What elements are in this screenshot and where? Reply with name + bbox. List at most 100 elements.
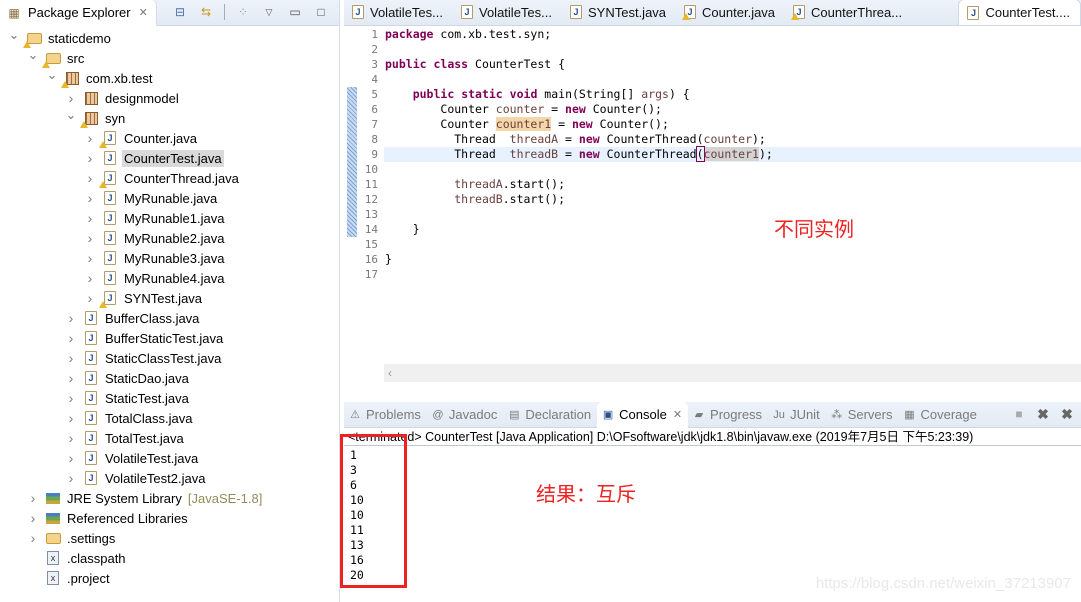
- warning-icon: [99, 301, 107, 308]
- java-file-glyph: J: [85, 351, 97, 365]
- view-menu-icon[interactable]: ▽: [261, 4, 277, 20]
- console-tab-javadoc[interactable]: @ Javadoc: [427, 402, 503, 428]
- tree-item-label: .classpath: [67, 550, 126, 566]
- filter-icon[interactable]: ⁘: [235, 4, 251, 20]
- chevron-right-icon[interactable]: ›: [65, 430, 77, 446]
- editor-tab-label: Counter.java: [702, 4, 776, 20]
- chevron-right-icon[interactable]: ›: [65, 390, 77, 406]
- chevron-right-icon[interactable]: ›: [65, 310, 77, 326]
- tree-item[interactable]: › designmodel: [0, 88, 339, 108]
- tree-item[interactable]: x .project: [0, 568, 339, 588]
- tree-item[interactable]: › J VolatileTest2.java: [0, 468, 339, 488]
- close-icon[interactable]: ✕: [673, 408, 682, 421]
- code-editor[interactable]: 1 2 3 4 5 6 7 8 9 10 11 12 13 14 15 16 17 package com.xb…: [344, 27, 1081, 382]
- java-file-glyph: J: [85, 411, 97, 425]
- tree-item[interactable]: ⌄ syn: [0, 107, 339, 128]
- chevron-right-icon[interactable]: ›: [65, 450, 77, 466]
- console-tab-coverage[interactable]: ▦ Coverage: [898, 402, 982, 428]
- editor-tab[interactable]: J SYNTest.java: [562, 0, 676, 25]
- console-tab-console[interactable]: ▣ Console ✕: [597, 401, 689, 428]
- java-file-icon: J: [99, 290, 118, 308]
- tree-item[interactable]: › J MyRunable4.java: [0, 268, 339, 288]
- remove-all-terminated-icon[interactable]: ✖: [1059, 406, 1075, 422]
- line-number: 17: [364, 268, 378, 281]
- tree-item[interactable]: › J Counter.java: [0, 128, 339, 148]
- tree-item[interactable]: › J CounterThread.java: [0, 168, 339, 188]
- code-line: }: [384, 222, 1081, 237]
- close-icon[interactable]: ✕: [139, 6, 148, 19]
- chevron-right-icon[interactable]: ›: [65, 410, 77, 426]
- chevron-right-icon[interactable]: ›: [84, 210, 96, 226]
- chevron-right-icon[interactable]: ›: [84, 270, 96, 286]
- chevron-right-icon[interactable]: ›: [84, 230, 96, 246]
- code-text: Counter();: [585, 102, 662, 116]
- tree-item[interactable]: › .settings: [0, 528, 339, 548]
- tree-item[interactable]: › J StaticDao.java: [0, 368, 339, 388]
- chevron-right-icon[interactable]: ›: [27, 490, 39, 506]
- code-text: main(String[]: [537, 87, 642, 101]
- tree-item[interactable]: › J MyRunable2.java: [0, 228, 339, 248]
- variable: counter: [495, 102, 545, 116]
- console-tab-declaration[interactable]: ▤ Declaration: [503, 402, 597, 428]
- chevron-right-icon[interactable]: ›: [65, 350, 77, 366]
- tree-item[interactable]: › J StaticClassTest.java: [0, 348, 339, 368]
- chevron-right-icon[interactable]: ›: [84, 250, 96, 266]
- editor-tab[interactable]: J CounterThrea...: [785, 0, 912, 25]
- tree-item[interactable]: › JRE System Library [JavaSE-1.8]: [0, 488, 339, 508]
- chevron-down-icon[interactable]: ⌄: [8, 27, 20, 42]
- scroll-left-icon[interactable]: ‹: [388, 366, 392, 380]
- tree-item[interactable]: › J TotalClass.java: [0, 408, 339, 428]
- chevron-right-icon[interactable]: ›: [27, 530, 39, 546]
- tree-item[interactable]: › Referenced Libraries: [0, 508, 339, 528]
- chevron-right-icon[interactable]: ›: [84, 170, 96, 186]
- editor-tab[interactable]: J VolatileTes...: [453, 0, 562, 25]
- tree-item[interactable]: › J BufferStaticTest.java: [0, 328, 339, 348]
- console-output[interactable]: 1 3 6 10 10 11 13 16 20: [344, 446, 1081, 583]
- tree-item[interactable]: › J MyRunable.java: [0, 188, 339, 208]
- tree-item[interactable]: ⌄ staticdemo: [0, 27, 339, 48]
- code-text: =: [551, 117, 572, 131]
- chevron-down-icon[interactable]: ⌄: [65, 107, 77, 122]
- maximize-icon[interactable]: □: [313, 4, 329, 20]
- tree-item[interactable]: › J TotalTest.java: [0, 428, 339, 448]
- collapse-all-icon[interactable]: ⊟: [172, 4, 188, 20]
- tree-item-label: TotalTest.java: [105, 430, 184, 446]
- chevron-right-icon[interactable]: ›: [27, 510, 39, 526]
- code-text: }: [385, 252, 392, 266]
- chevron-right-icon[interactable]: ›: [65, 90, 77, 106]
- chevron-right-icon[interactable]: ›: [65, 370, 77, 386]
- console-tab-servers[interactable]: ⁂ Servers: [826, 402, 899, 428]
- editor-tab[interactable]: J VolatileTes...: [344, 0, 453, 25]
- chevron-right-icon[interactable]: ›: [84, 190, 96, 206]
- minimize-icon[interactable]: ▭: [287, 4, 303, 20]
- tree-item[interactable]: › J MyRunable3.java: [0, 248, 339, 268]
- tree-item[interactable]: ⌄ com.xb.test: [0, 67, 339, 88]
- tree-item[interactable]: › J StaticTest.java: [0, 388, 339, 408]
- package-explorer-tab[interactable]: ▦ Package Explorer ✕: [0, 0, 157, 26]
- chevron-right-icon[interactable]: ›: [84, 150, 96, 166]
- chevron-right-icon[interactable]: ›: [65, 330, 77, 346]
- tree-item[interactable]: › J CounterTest.java: [0, 148, 339, 168]
- tree-item[interactable]: x .classpath: [0, 548, 339, 568]
- code-text: Counter: [440, 117, 496, 131]
- chevron-right-icon[interactable]: ›: [84, 130, 96, 146]
- chevron-right-icon[interactable]: ›: [65, 470, 77, 486]
- link-with-editor-icon[interactable]: ⇆: [198, 4, 214, 20]
- chevron-down-icon[interactable]: ⌄: [27, 47, 39, 62]
- tree-item[interactable]: › J SYNTest.java: [0, 288, 339, 308]
- terminate-icon[interactable]: ■: [1011, 406, 1027, 422]
- console-tab-junit[interactable]: Ju JUnit: [768, 402, 826, 428]
- console-tab-progress[interactable]: ▰ Progress: [688, 402, 768, 428]
- console-tab-problems[interactable]: ⚠ Problems: [344, 402, 427, 428]
- horizontal-scrollbar[interactable]: ‹: [384, 364, 1081, 382]
- tree-item[interactable]: › J MyRunable1.java: [0, 208, 339, 228]
- chevron-down-icon[interactable]: ⌄: [46, 67, 58, 82]
- remove-launch-icon[interactable]: ✖: [1035, 406, 1051, 422]
- editor-tab[interactable]: J Counter.java: [676, 0, 785, 25]
- editor-tab-active[interactable]: J CounterTest....: [958, 0, 1081, 25]
- chevron-right-icon[interactable]: ›: [84, 290, 96, 306]
- tree-item[interactable]: › J BufferClass.java: [0, 308, 339, 328]
- tree-item[interactable]: ⌄ src: [0, 47, 339, 68]
- tree-item[interactable]: › J VolatileTest.java: [0, 448, 339, 468]
